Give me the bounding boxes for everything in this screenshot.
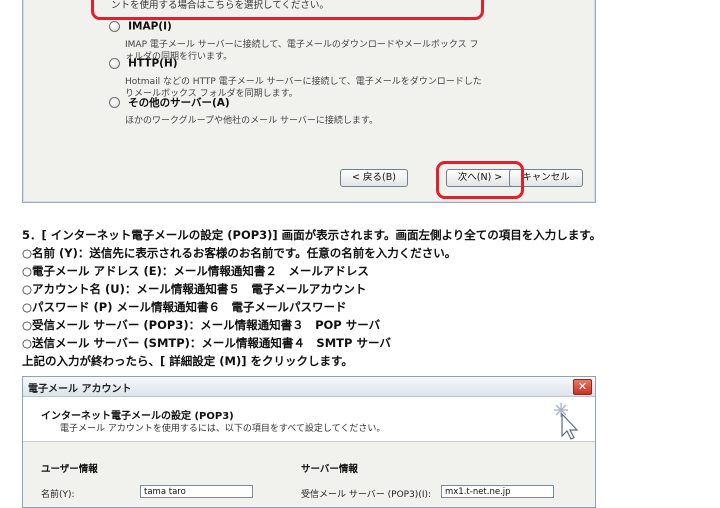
dialog-header: インターネット電子メールの設定 (POP3) 電子メール アカウントを使用するに…	[23, 397, 595, 442]
header-title: インターネット電子メールの設定 (POP3)	[41, 411, 234, 422]
instruction-email: ○電子メール アドレス (E)：メール情報通知書２ メールアドレス	[22, 264, 369, 278]
highlight-next-button	[436, 161, 524, 199]
account-type-dialog: ントを使用する場合はこちらを選択してください。 IMAP(I) IMAP 電子メ…	[22, 0, 596, 203]
name-input[interactable]: tama taro	[140, 485, 253, 498]
instruction-final: 上記の入力が終わったら、[ 詳細設定 (M)] をクリックします。	[22, 354, 353, 368]
instruction-step: 5．[ インターネット電子メールの設定 (POP3)] 画面が表示されます。画面…	[22, 228, 602, 242]
incoming-server-input[interactable]: mx1.t-net.ne.jp	[441, 485, 554, 498]
close-button[interactable]: ✕	[573, 379, 592, 395]
name-label: 名前(Y):	[41, 490, 75, 500]
instruction-smtp: ○送信メール サーバー (SMTP)：メール情報通知書４ SMTP サーバ	[22, 336, 391, 350]
pop3-description-tail: ントを使用する場合はこちらを選択してください。	[111, 0, 329, 11]
http-label: HTTP(H)	[128, 57, 178, 70]
instruction-password: ○パスワード (P) メール情報通知書６ 電子メールパスワード	[22, 300, 347, 314]
header-subtitle: 電子メール アカウントを使用するには、以下の項目をすべて設定してください。	[60, 424, 386, 434]
server-info-heading: サーバー情報	[301, 464, 358, 475]
dialog-title: 電子メール アカウント	[28, 384, 132, 395]
option-other[interactable]: その他のサーバー(A) ほかのワークグループや他社のメール サーバーに接続します…	[109, 92, 485, 127]
instruction-text: 5．[ インターネット電子メールの設定 (POP3)] 画面が表示されます。画面…	[22, 226, 601, 370]
user-info-heading: ユーザー情報	[41, 464, 98, 475]
other-label: その他のサーバー(A)	[128, 97, 230, 109]
cursor-sparkle-icon	[553, 402, 579, 444]
email-account-dialog: 電子メール アカウント ✕ インターネット電子メールの設定 (POP3) 電子メ…	[22, 376, 596, 508]
other-desc: ほかのワークグループや他社のメール サーバーに接続します。	[125, 116, 378, 126]
other-radio[interactable]	[109, 97, 120, 108]
imap-radio[interactable]	[109, 21, 120, 32]
instruction-account: ○アカウント名 (U)：メール情報通知書５ 電子メールアカウント	[22, 282, 367, 296]
instruction-pop3: ○受信メール サーバー (POP3)：メール情報通知書３ POP サーバ	[22, 318, 381, 332]
dialog-titlebar: 電子メール アカウント ✕	[23, 377, 595, 397]
back-button[interactable]: < 戻る(B)	[340, 169, 408, 187]
instruction-name: ○名前 (Y)：送信先に表示されるお客様のお名前です。任意の名前を入力ください。	[22, 246, 457, 260]
incoming-server-label: 受信メール サーバー (POP3)(I):	[301, 490, 432, 500]
http-radio[interactable]	[109, 58, 120, 69]
imap-label: IMAP(I)	[128, 20, 172, 33]
